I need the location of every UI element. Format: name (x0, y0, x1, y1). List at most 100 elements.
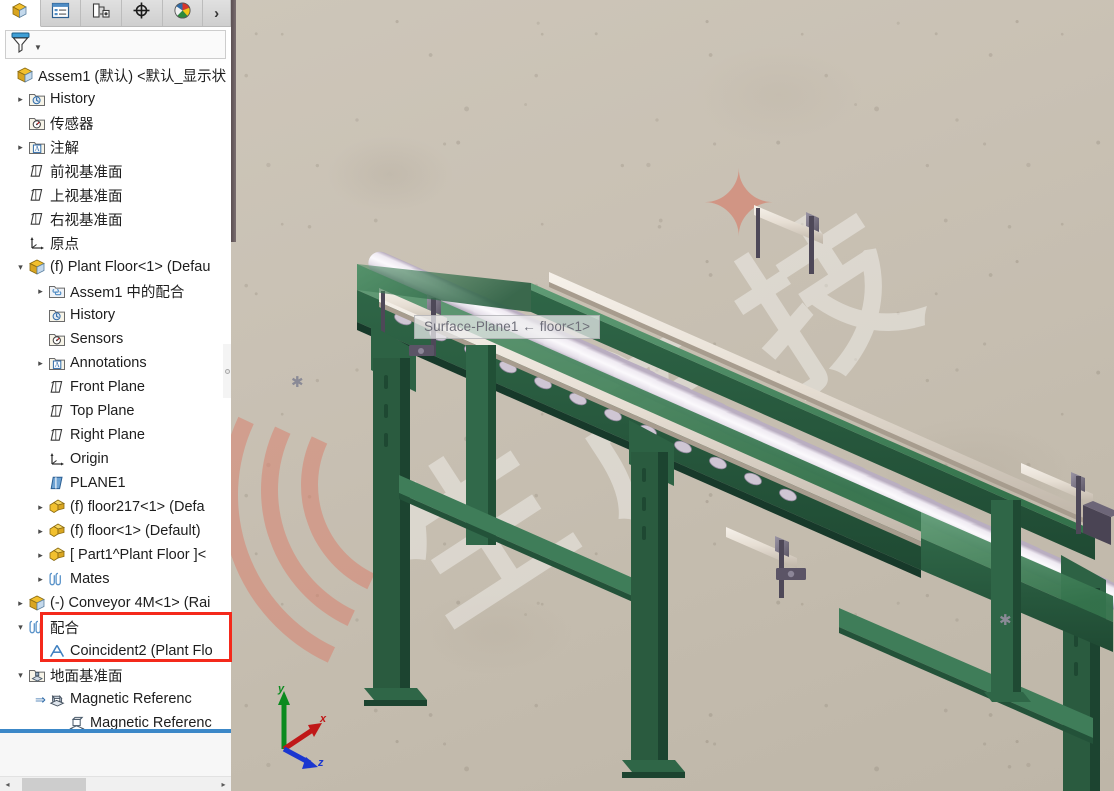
tab-configuration-manager[interactable] (81, 0, 122, 26)
chevron-right-icon[interactable]: ▸ (34, 286, 47, 296)
tree-item[interactable]: ▸ A Annotations (0, 351, 231, 375)
tab-feature-manager-design-tree[interactable] (0, 0, 41, 27)
tree-item-label: (f) Plant Floor<1> (Defau (50, 259, 211, 275)
plane-icon (27, 185, 47, 205)
tree-item-label: Top Plane (70, 403, 135, 419)
history-folder-icon (47, 305, 67, 325)
tree-item[interactable]: 传感器 (0, 111, 231, 135)
grip-dot-icon (224, 368, 230, 374)
cross-brace-left (399, 475, 651, 610)
triad-z-label: z (318, 757, 324, 769)
funnel-filter-icon[interactable] (10, 31, 31, 58)
tab-dimxpert-manager[interactable] (121, 0, 163, 26)
bearing-block-mid (776, 568, 806, 580)
triad-x-label: x (320, 713, 327, 725)
tree-item-label: Assem1 中的配合 (70, 284, 185, 301)
mates-folder-icon (47, 281, 67, 301)
tree-horizontal-scrollbar[interactable]: ◂ ▸ (0, 776, 231, 791)
chevron-right-icon[interactable]: ▸ (34, 358, 47, 368)
tree-item[interactable]: 原点 (0, 231, 231, 255)
roller-conveyor-model[interactable] (231, 0, 1114, 791)
chevron-down-icon[interactable]: ▾ (14, 622, 27, 632)
graphics-viewport[interactable]: 生 产 技 ✦ (231, 0, 1114, 791)
tree-item[interactable]: Right Plane (0, 423, 231, 447)
tab-overflow-button[interactable]: › (203, 0, 231, 26)
tree-item[interactable]: ▸ History (0, 87, 231, 111)
chevron-right-icon[interactable]: ▸ (34, 574, 47, 584)
tree-item-label: 上视基准面 (50, 188, 123, 205)
tree-item[interactable]: ▸ (-) Conveyor 4M<1> (Rai (0, 591, 231, 615)
chevron-down-icon[interactable]: ▼ (34, 43, 42, 52)
tree-item[interactable]: ▸ (f) floor217<1> (Defa (0, 495, 231, 519)
scroll-left-arrow[interactable]: ◂ (0, 776, 15, 791)
tree-item[interactable]: ▸ A 注解 (0, 135, 231, 159)
panel-resize-grip[interactable] (223, 344, 231, 398)
chevron-right-icon[interactable]: ▸ (14, 94, 27, 104)
scroll-right-arrow[interactable]: ▸ (216, 776, 231, 791)
chevron-down-icon[interactable]: ▾ (14, 262, 27, 272)
annotation-folder-icon: A (47, 353, 67, 373)
svg-text:A: A (35, 145, 40, 153)
tree-item[interactable]: History (0, 303, 231, 327)
point-marker-1: ✱ (291, 373, 304, 391)
tree-item[interactable]: ▾ 地面基准面 (0, 663, 231, 687)
tree-item-label: 原点 (50, 236, 79, 253)
design-tree[interactable]: Assem1 (默认) <默认_显示状 ▸ History 传感器 ▸ A 注解 前视基准面上… (0, 59, 231, 774)
part-icon (47, 545, 67, 565)
tree-item[interactable]: ▸ [ Part1^Plant Floor ]< (0, 543, 231, 567)
tree-item[interactable]: ▸ Assem1 中的配合 (0, 279, 231, 303)
chevron-right-icon[interactable]: ▸ (14, 142, 27, 152)
point-marker-2: ✱ (999, 611, 1012, 629)
plane-solid-icon (47, 473, 67, 493)
tree-item[interactable]: 右视基准面 (0, 207, 231, 231)
sensor-folder-icon (47, 329, 67, 349)
chevron-right-icon[interactable]: ▸ (34, 550, 47, 560)
leg-assembly-middle (622, 420, 685, 778)
tree-item-label: 右视基准面 (50, 212, 123, 229)
tree-item-label: 前视基准面 (50, 164, 123, 181)
tree-item[interactable]: ▾ (f) Plant Floor<1> (Defau (0, 255, 231, 279)
plane-icon (47, 425, 67, 445)
leg-assembly-left (364, 325, 427, 706)
scroll-track[interactable] (15, 776, 216, 791)
chevron-right-icon[interactable]: ▸ (14, 598, 27, 608)
tree-item[interactable]: ▸ Mates (0, 567, 231, 591)
tree-item-label: History (50, 91, 96, 107)
tree-item[interactable]: 前视基准面 (0, 159, 231, 183)
scroll-thumb[interactable] (22, 777, 86, 791)
property-list-icon (51, 2, 70, 24)
tree-item[interactable]: Top Plane (0, 399, 231, 423)
tree-item[interactable]: Origin (0, 447, 231, 471)
chevron-down-icon[interactable]: ▾ (14, 670, 27, 680)
tree-item[interactable]: ▾ 配合 (0, 615, 231, 639)
magnetic-ref-solid-icon (47, 689, 67, 709)
panel-footer (0, 733, 231, 776)
tab-property-manager[interactable] (40, 0, 82, 26)
panel-edge-shadow (231, 0, 236, 242)
tab-display-manager[interactable] (162, 0, 204, 26)
tree-item-label: Sensors (70, 331, 124, 347)
chevron-right-icon[interactable]: ▸ (34, 502, 47, 512)
tree-item[interactable]: Sensors (0, 327, 231, 351)
tree-item-label: 传感器 (50, 116, 94, 133)
tree-item[interactable]: ⇒ Magnetic Referenc (0, 687, 231, 711)
chevron-right-icon[interactable]: ▸ (34, 526, 47, 536)
tree-filter-bar[interactable]: ▼ (5, 30, 226, 59)
mates-clip-icon (47, 569, 67, 589)
tree-item[interactable]: 上视基准面 (0, 183, 231, 207)
tree-item[interactable]: Coincident2 (Plant Flo (0, 639, 231, 663)
tree-item[interactable]: Front Plane (0, 375, 231, 399)
origin-icon (27, 233, 47, 253)
rail-bracket-far-left (754, 205, 823, 274)
tree-item[interactable]: ▸ (f) floor<1> (Default) (0, 519, 231, 543)
tree-item-label: 配合 (50, 620, 79, 637)
tree-item-label: PLANE1 (70, 475, 126, 491)
tree-item-label: (f) floor<1> (Default) (70, 523, 201, 539)
tree-item-label: Front Plane (70, 379, 145, 395)
tree-item[interactable]: Assem1 (默认) <默认_显示状 (0, 63, 231, 87)
assembly-cube-icon (10, 1, 29, 25)
tree-item[interactable]: PLANE1 (0, 471, 231, 495)
arrow-right-icon[interactable]: ⇒ (34, 693, 47, 706)
manager-tab-strip[interactable]: › (0, 0, 231, 27)
plane-icon (47, 401, 67, 421)
